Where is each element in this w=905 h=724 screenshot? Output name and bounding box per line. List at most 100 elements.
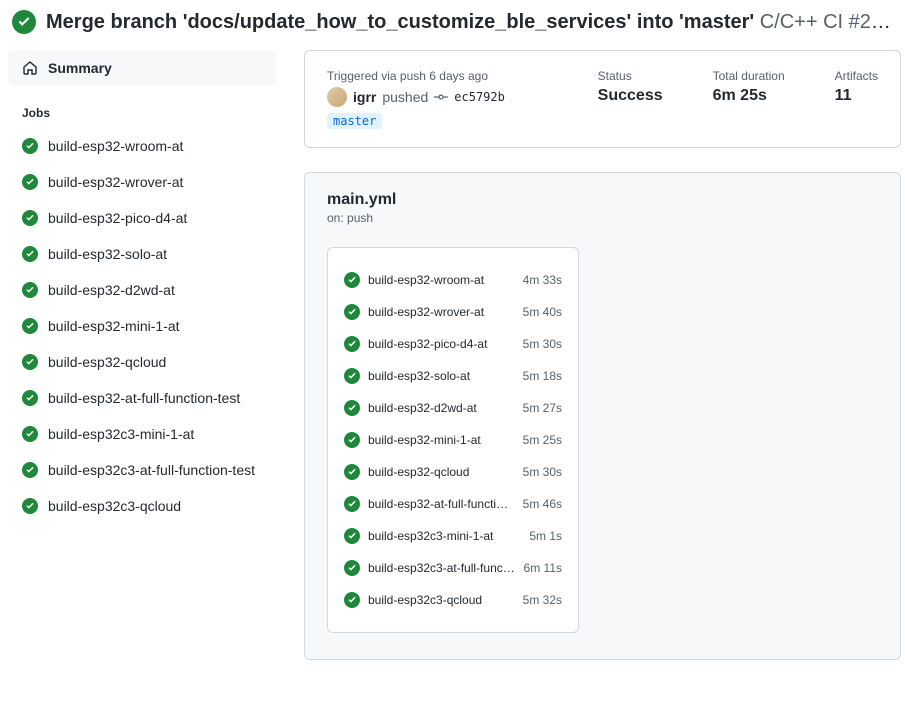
- success-icon: [344, 336, 360, 352]
- duration-value[interactable]: 6m 25s: [713, 87, 785, 105]
- job-name: build-esp32-wroom-at: [48, 138, 183, 154]
- job-duration: 4m 33s: [523, 273, 562, 287]
- sidebar-job-item[interactable]: build-esp32-wroom-at: [8, 128, 276, 164]
- success-icon: [344, 560, 360, 576]
- sidebar-job-item[interactable]: build-esp32c3-qcloud: [8, 488, 276, 524]
- job-name: build-esp32-wroom-at: [368, 273, 515, 287]
- trigger-label: Triggered via push 6 days ago: [327, 69, 548, 83]
- job-duration: 5m 30s: [523, 337, 562, 351]
- workflow-job-row[interactable]: build-esp32-mini-1-at5m 25s: [344, 424, 562, 456]
- workflow-job-row[interactable]: build-esp32-qcloud 5m 30s: [344, 456, 562, 488]
- success-icon: [22, 498, 38, 514]
- workflow-trigger: on: push: [327, 211, 878, 225]
- trigger-action: pushed: [382, 89, 428, 105]
- meta-duration: Total duration 6m 25s: [713, 69, 785, 129]
- workflow-job-row[interactable]: build-esp32-solo-at 5m 18s: [344, 360, 562, 392]
- run-meta-box: Triggered via push 6 days ago igrr pushe…: [304, 50, 901, 148]
- workflow-job-row[interactable]: build-esp32c3-at-full-function-test 6m 11…: [344, 552, 562, 584]
- artifacts-label: Artifacts: [835, 69, 878, 83]
- success-icon: [22, 426, 38, 442]
- commit-hash[interactable]: ec5792b: [454, 90, 505, 104]
- status-value: Success: [598, 87, 663, 105]
- job-name: build-esp32c3-at-full-function-test: [48, 462, 255, 478]
- home-icon: [22, 60, 38, 76]
- job-duration: 5m 27s: [523, 401, 562, 415]
- job-duration: 5m 46s: [523, 497, 562, 511]
- success-icon: [344, 592, 360, 608]
- success-icon: [22, 390, 38, 406]
- job-name: build-esp32-qcloud: [48, 354, 166, 370]
- job-name: build-esp32-at-full-function-test: [368, 497, 515, 511]
- jobs-heading: Jobs: [8, 86, 276, 128]
- meta-status: Status Success: [598, 69, 663, 129]
- status-label: Status: [598, 69, 663, 83]
- sidebar-job-item[interactable]: build-esp32-pico-d4-at: [8, 200, 276, 236]
- sidebar-job-item[interactable]: build-esp32-solo-at: [8, 236, 276, 272]
- commit-icon: [434, 90, 448, 104]
- sidebar-job-item[interactable]: build-esp32c3-at-full-function-test: [8, 452, 276, 488]
- workflow-run-suffix: C/C++ CI #271: [760, 11, 893, 33]
- job-name: build-esp32-wrover-at: [368, 305, 515, 319]
- job-duration: 5m 18s: [523, 369, 562, 383]
- success-icon: [22, 138, 38, 154]
- job-duration: 5m 25s: [523, 433, 562, 447]
- job-duration: 5m 1s: [529, 529, 562, 543]
- workflow-job-row[interactable]: build-esp32-wrover-at 5m 40s: [344, 296, 562, 328]
- workflow-job-row[interactable]: build-esp32-at-full-function-test 5m 46s: [344, 488, 562, 520]
- job-name: build-esp32-mini-1-at: [48, 318, 180, 334]
- success-icon: [344, 528, 360, 544]
- sidebar-job-item[interactable]: build-esp32-at-full-function-test: [8, 380, 276, 416]
- success-icon: [344, 272, 360, 288]
- job-name: build-esp32c3-qcloud: [368, 593, 515, 607]
- job-name: build-esp32-wrover-at: [48, 174, 183, 190]
- job-name: build-esp32-qcloud: [368, 465, 515, 479]
- job-duration: 6m 11s: [524, 561, 562, 575]
- success-icon: [22, 210, 38, 226]
- workflow-job-row[interactable]: build-esp32-d2wd-at 5m 27s: [344, 392, 562, 424]
- job-name: build-esp32-solo-at: [368, 369, 515, 383]
- sidebar-job-item[interactable]: build-esp32-wrover-at: [8, 164, 276, 200]
- duration-label: Total duration: [713, 69, 785, 83]
- page-header: Merge branch 'docs/update_how_to_customi…: [0, 0, 905, 42]
- page-title: Merge branch 'docs/update_how_to_customi…: [46, 11, 893, 34]
- success-icon: [12, 10, 36, 34]
- branch-badge[interactable]: master: [327, 113, 382, 129]
- workflow-name[interactable]: main.yml: [327, 191, 878, 209]
- job-name: build-esp32c3-mini-1-at: [368, 529, 521, 543]
- success-icon: [344, 368, 360, 384]
- job-name: build-esp32-d2wd-at: [368, 401, 515, 415]
- workflow-job-row[interactable]: build-esp32-pico-d4-at5m 30s: [344, 328, 562, 360]
- meta-artifacts: Artifacts 11: [835, 69, 878, 129]
- sidebar-job-item[interactable]: build-esp32-d2wd-at: [8, 272, 276, 308]
- job-duration: 5m 40s: [523, 305, 562, 319]
- job-name: build-esp32-d2wd-at: [48, 282, 175, 298]
- workflow-job-row[interactable]: build-esp32c3-mini-1-at 5m 1s: [344, 520, 562, 552]
- content-area: Triggered via push 6 days ago igrr pushe…: [304, 42, 901, 660]
- sidebar: Summary Jobs build-esp32-wroom-at build-e…: [8, 42, 276, 660]
- success-icon: [22, 174, 38, 190]
- sidebar-job-item[interactable]: build-esp32-qcloud: [8, 344, 276, 380]
- job-name: build-esp32c3-qcloud: [48, 498, 181, 514]
- workflow-job-row[interactable]: build-esp32c3-qcloud 5m 32s: [344, 584, 562, 616]
- success-icon: [22, 282, 38, 298]
- actor-name[interactable]: igrr: [353, 89, 376, 105]
- job-name: build-esp32c3-at-full-function-test: [368, 561, 516, 575]
- avatar[interactable]: [327, 87, 347, 107]
- summary-label: Summary: [48, 60, 112, 76]
- success-icon: [344, 304, 360, 320]
- artifacts-value[interactable]: 11: [835, 87, 878, 105]
- job-duration: 5m 30s: [523, 465, 562, 479]
- workflow-jobs-card: build-esp32-wroom-at4m 33sbuild-esp32-wr…: [327, 247, 579, 633]
- success-icon: [22, 462, 38, 478]
- job-name: build-esp32-at-full-function-test: [48, 390, 240, 406]
- meta-trigger: Triggered via push 6 days ago igrr pushe…: [327, 69, 548, 129]
- sidebar-job-item[interactable]: build-esp32c3-mini-1-at: [8, 416, 276, 452]
- sidebar-summary[interactable]: Summary: [8, 50, 276, 86]
- sidebar-job-item[interactable]: build-esp32-mini-1-at: [8, 308, 276, 344]
- run-title: Merge branch 'docs/update_how_to_customi…: [46, 11, 754, 33]
- job-name: build-esp32-pico-d4-at: [48, 210, 187, 226]
- job-duration: 5m 32s: [523, 593, 562, 607]
- success-icon: [22, 318, 38, 334]
- workflow-job-row[interactable]: build-esp32-wroom-at 4m 33s: [344, 264, 562, 296]
- job-name: build-esp32c3-mini-1-at: [48, 426, 194, 442]
